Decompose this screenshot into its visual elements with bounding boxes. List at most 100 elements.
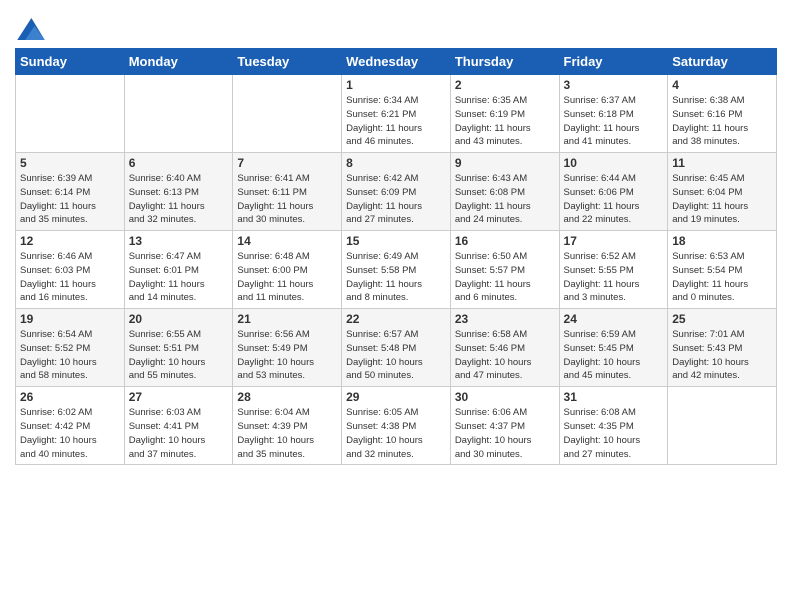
day-info: Sunrise: 6:40 AM Sunset: 6:13 PM Dayligh… <box>129 172 229 227</box>
day-info: Sunrise: 6:38 AM Sunset: 6:16 PM Dayligh… <box>672 94 772 149</box>
day-number: 8 <box>346 156 446 170</box>
weekday-header-tuesday: Tuesday <box>233 49 342 75</box>
calendar-cell: 23 Sunrise: 6:58 AM Sunset: 5:46 PM Dayli… <box>450 309 559 387</box>
calendar-cell: 6 Sunrise: 6:40 AM Sunset: 6:13 PM Daylig… <box>124 153 233 231</box>
day-number: 1 <box>346 78 446 92</box>
day-number: 15 <box>346 234 446 248</box>
weekday-header-saturday: Saturday <box>668 49 777 75</box>
calendar-cell: 3Sunrise: 6:37 AM Sunset: 6:18 PM Daylig… <box>559 75 668 153</box>
day-info: Sunrise: 6:05 AM Sunset: 4:38 PM Dayligh… <box>346 406 446 461</box>
weekday-header-row: SundayMondayTuesdayWednesdayThursdayFrid… <box>16 49 777 75</box>
day-info: Sunrise: 6:47 AM Sunset: 6:01 PM Dayligh… <box>129 250 229 305</box>
day-info: Sunrise: 6:43 AM Sunset: 6:08 PM Dayligh… <box>455 172 555 227</box>
week-row-4: 19Sunrise: 6:54 AM Sunset: 5:52 PM Dayli… <box>16 309 777 387</box>
calendar-cell: 26 Sunrise: 6:02 AM Sunset: 4:42 PM Dayli… <box>16 387 125 465</box>
day-info: Sunrise: 6:34 AM Sunset: 6:21 PM Dayligh… <box>346 94 446 149</box>
calendar-cell: 4 Sunrise: 6:38 AM Sunset: 6:16 PM Daylig… <box>668 75 777 153</box>
weekday-header-thursday: Thursday <box>450 49 559 75</box>
day-info: Sunrise: 6:42 AM Sunset: 6:09 PM Dayligh… <box>346 172 446 227</box>
day-info: Sunrise: 6:45 AM Sunset: 6:04 PM Dayligh… <box>672 172 772 227</box>
weekday-header-wednesday: Wednesday <box>342 49 451 75</box>
calendar-cell: 21 Sunrise: 6:56 AM Sunset: 5:49 PM Dayli… <box>233 309 342 387</box>
calendar-cell: 30 Sunrise: 6:06 AM Sunset: 4:37 PM Dayli… <box>450 387 559 465</box>
calendar-cell: 27 Sunrise: 6:03 AM Sunset: 4:41 PM Dayli… <box>124 387 233 465</box>
calendar-cell: 17 Sunrise: 6:52 AM Sunset: 5:55 PM Dayli… <box>559 231 668 309</box>
calendar-cell: 9Sunrise: 6:43 AM Sunset: 6:08 PM Daylig… <box>450 153 559 231</box>
calendar-cell: 31 Sunrise: 6:08 AM Sunset: 4:35 PM Dayli… <box>559 387 668 465</box>
day-info: Sunrise: 6:48 AM Sunset: 6:00 PM Dayligh… <box>237 250 337 305</box>
calendar-body: 1 Sunrise: 6:34 AM Sunset: 6:21 PM Daylig… <box>16 75 777 465</box>
header <box>15 10 777 40</box>
day-info: Sunrise: 7:01 AM Sunset: 5:43 PM Dayligh… <box>672 328 772 383</box>
calendar-cell: 7 Sunrise: 6:41 AM Sunset: 6:11 PM Daylig… <box>233 153 342 231</box>
calendar-cell: 14 Sunrise: 6:48 AM Sunset: 6:00 PM Dayli… <box>233 231 342 309</box>
calendar-cell: 25 Sunrise: 7:01 AM Sunset: 5:43 PM Dayli… <box>668 309 777 387</box>
calendar-cell: 15 Sunrise: 6:49 AM Sunset: 5:58 PM Dayli… <box>342 231 451 309</box>
day-number: 11 <box>672 156 772 170</box>
day-info: Sunrise: 6:06 AM Sunset: 4:37 PM Dayligh… <box>455 406 555 461</box>
day-info: Sunrise: 6:56 AM Sunset: 5:49 PM Dayligh… <box>237 328 337 383</box>
day-info: Sunrise: 6:54 AM Sunset: 5:52 PM Dayligh… <box>20 328 120 383</box>
calendar-cell: 29 Sunrise: 6:05 AM Sunset: 4:38 PM Dayli… <box>342 387 451 465</box>
weekday-header-friday: Friday <box>559 49 668 75</box>
day-number: 26 <box>20 390 120 404</box>
calendar-cell: 20Sunrise: 6:55 AM Sunset: 5:51 PM Dayli… <box>124 309 233 387</box>
calendar-cell: 28 Sunrise: 6:04 AM Sunset: 4:39 PM Dayli… <box>233 387 342 465</box>
day-number: 23 <box>455 312 555 326</box>
day-number: 2 <box>455 78 555 92</box>
day-info: Sunrise: 6:58 AM Sunset: 5:46 PM Dayligh… <box>455 328 555 383</box>
day-info: Sunrise: 6:04 AM Sunset: 4:39 PM Dayligh… <box>237 406 337 461</box>
day-info: Sunrise: 6:02 AM Sunset: 4:42 PM Dayligh… <box>20 406 120 461</box>
page: SundayMondayTuesdayWednesdayThursdayFrid… <box>0 0 792 612</box>
day-info: Sunrise: 6:53 AM Sunset: 5:54 PM Dayligh… <box>672 250 772 305</box>
day-number: 29 <box>346 390 446 404</box>
day-number: 5 <box>20 156 120 170</box>
day-number: 21 <box>237 312 337 326</box>
day-number: 18 <box>672 234 772 248</box>
day-info: Sunrise: 6:03 AM Sunset: 4:41 PM Dayligh… <box>129 406 229 461</box>
day-info: Sunrise: 6:55 AM Sunset: 5:51 PM Dayligh… <box>129 328 229 383</box>
calendar-cell: 5 Sunrise: 6:39 AM Sunset: 6:14 PM Daylig… <box>16 153 125 231</box>
day-number: 7 <box>237 156 337 170</box>
logo-icon <box>17 18 45 40</box>
calendar: SundayMondayTuesdayWednesdayThursdayFrid… <box>15 48 777 465</box>
calendar-cell: 19Sunrise: 6:54 AM Sunset: 5:52 PM Dayli… <box>16 309 125 387</box>
day-number: 12 <box>20 234 120 248</box>
week-row-5: 26 Sunrise: 6:02 AM Sunset: 4:42 PM Dayli… <box>16 387 777 465</box>
week-row-2: 5 Sunrise: 6:39 AM Sunset: 6:14 PM Daylig… <box>16 153 777 231</box>
logo <box>15 18 45 40</box>
day-info: Sunrise: 6:39 AM Sunset: 6:14 PM Dayligh… <box>20 172 120 227</box>
calendar-cell: 11 Sunrise: 6:45 AM Sunset: 6:04 PM Dayli… <box>668 153 777 231</box>
day-info: Sunrise: 6:41 AM Sunset: 6:11 PM Dayligh… <box>237 172 337 227</box>
day-number: 17 <box>564 234 664 248</box>
day-number: 4 <box>672 78 772 92</box>
day-number: 13 <box>129 234 229 248</box>
calendar-cell: 2Sunrise: 6:35 AM Sunset: 6:19 PM Daylig… <box>450 75 559 153</box>
calendar-cell: 22Sunrise: 6:57 AM Sunset: 5:48 PM Dayli… <box>342 309 451 387</box>
day-info: Sunrise: 6:44 AM Sunset: 6:06 PM Dayligh… <box>564 172 664 227</box>
weekday-header-sunday: Sunday <box>16 49 125 75</box>
calendar-cell: 12Sunrise: 6:46 AM Sunset: 6:03 PM Dayli… <box>16 231 125 309</box>
day-number: 6 <box>129 156 229 170</box>
week-row-1: 1 Sunrise: 6:34 AM Sunset: 6:21 PM Daylig… <box>16 75 777 153</box>
day-number: 24 <box>564 312 664 326</box>
day-info: Sunrise: 6:49 AM Sunset: 5:58 PM Dayligh… <box>346 250 446 305</box>
calendar-cell <box>124 75 233 153</box>
day-info: Sunrise: 6:52 AM Sunset: 5:55 PM Dayligh… <box>564 250 664 305</box>
day-number: 25 <box>672 312 772 326</box>
day-info: Sunrise: 6:37 AM Sunset: 6:18 PM Dayligh… <box>564 94 664 149</box>
day-info: Sunrise: 6:08 AM Sunset: 4:35 PM Dayligh… <box>564 406 664 461</box>
day-number: 22 <box>346 312 446 326</box>
day-number: 16 <box>455 234 555 248</box>
day-number: 14 <box>237 234 337 248</box>
calendar-cell <box>233 75 342 153</box>
day-number: 30 <box>455 390 555 404</box>
day-number: 28 <box>237 390 337 404</box>
day-number: 31 <box>564 390 664 404</box>
day-number: 27 <box>129 390 229 404</box>
calendar-cell: 16Sunrise: 6:50 AM Sunset: 5:57 PM Dayli… <box>450 231 559 309</box>
weekday-header-monday: Monday <box>124 49 233 75</box>
calendar-cell: 13 Sunrise: 6:47 AM Sunset: 6:01 PM Dayli… <box>124 231 233 309</box>
calendar-cell <box>668 387 777 465</box>
calendar-cell <box>16 75 125 153</box>
